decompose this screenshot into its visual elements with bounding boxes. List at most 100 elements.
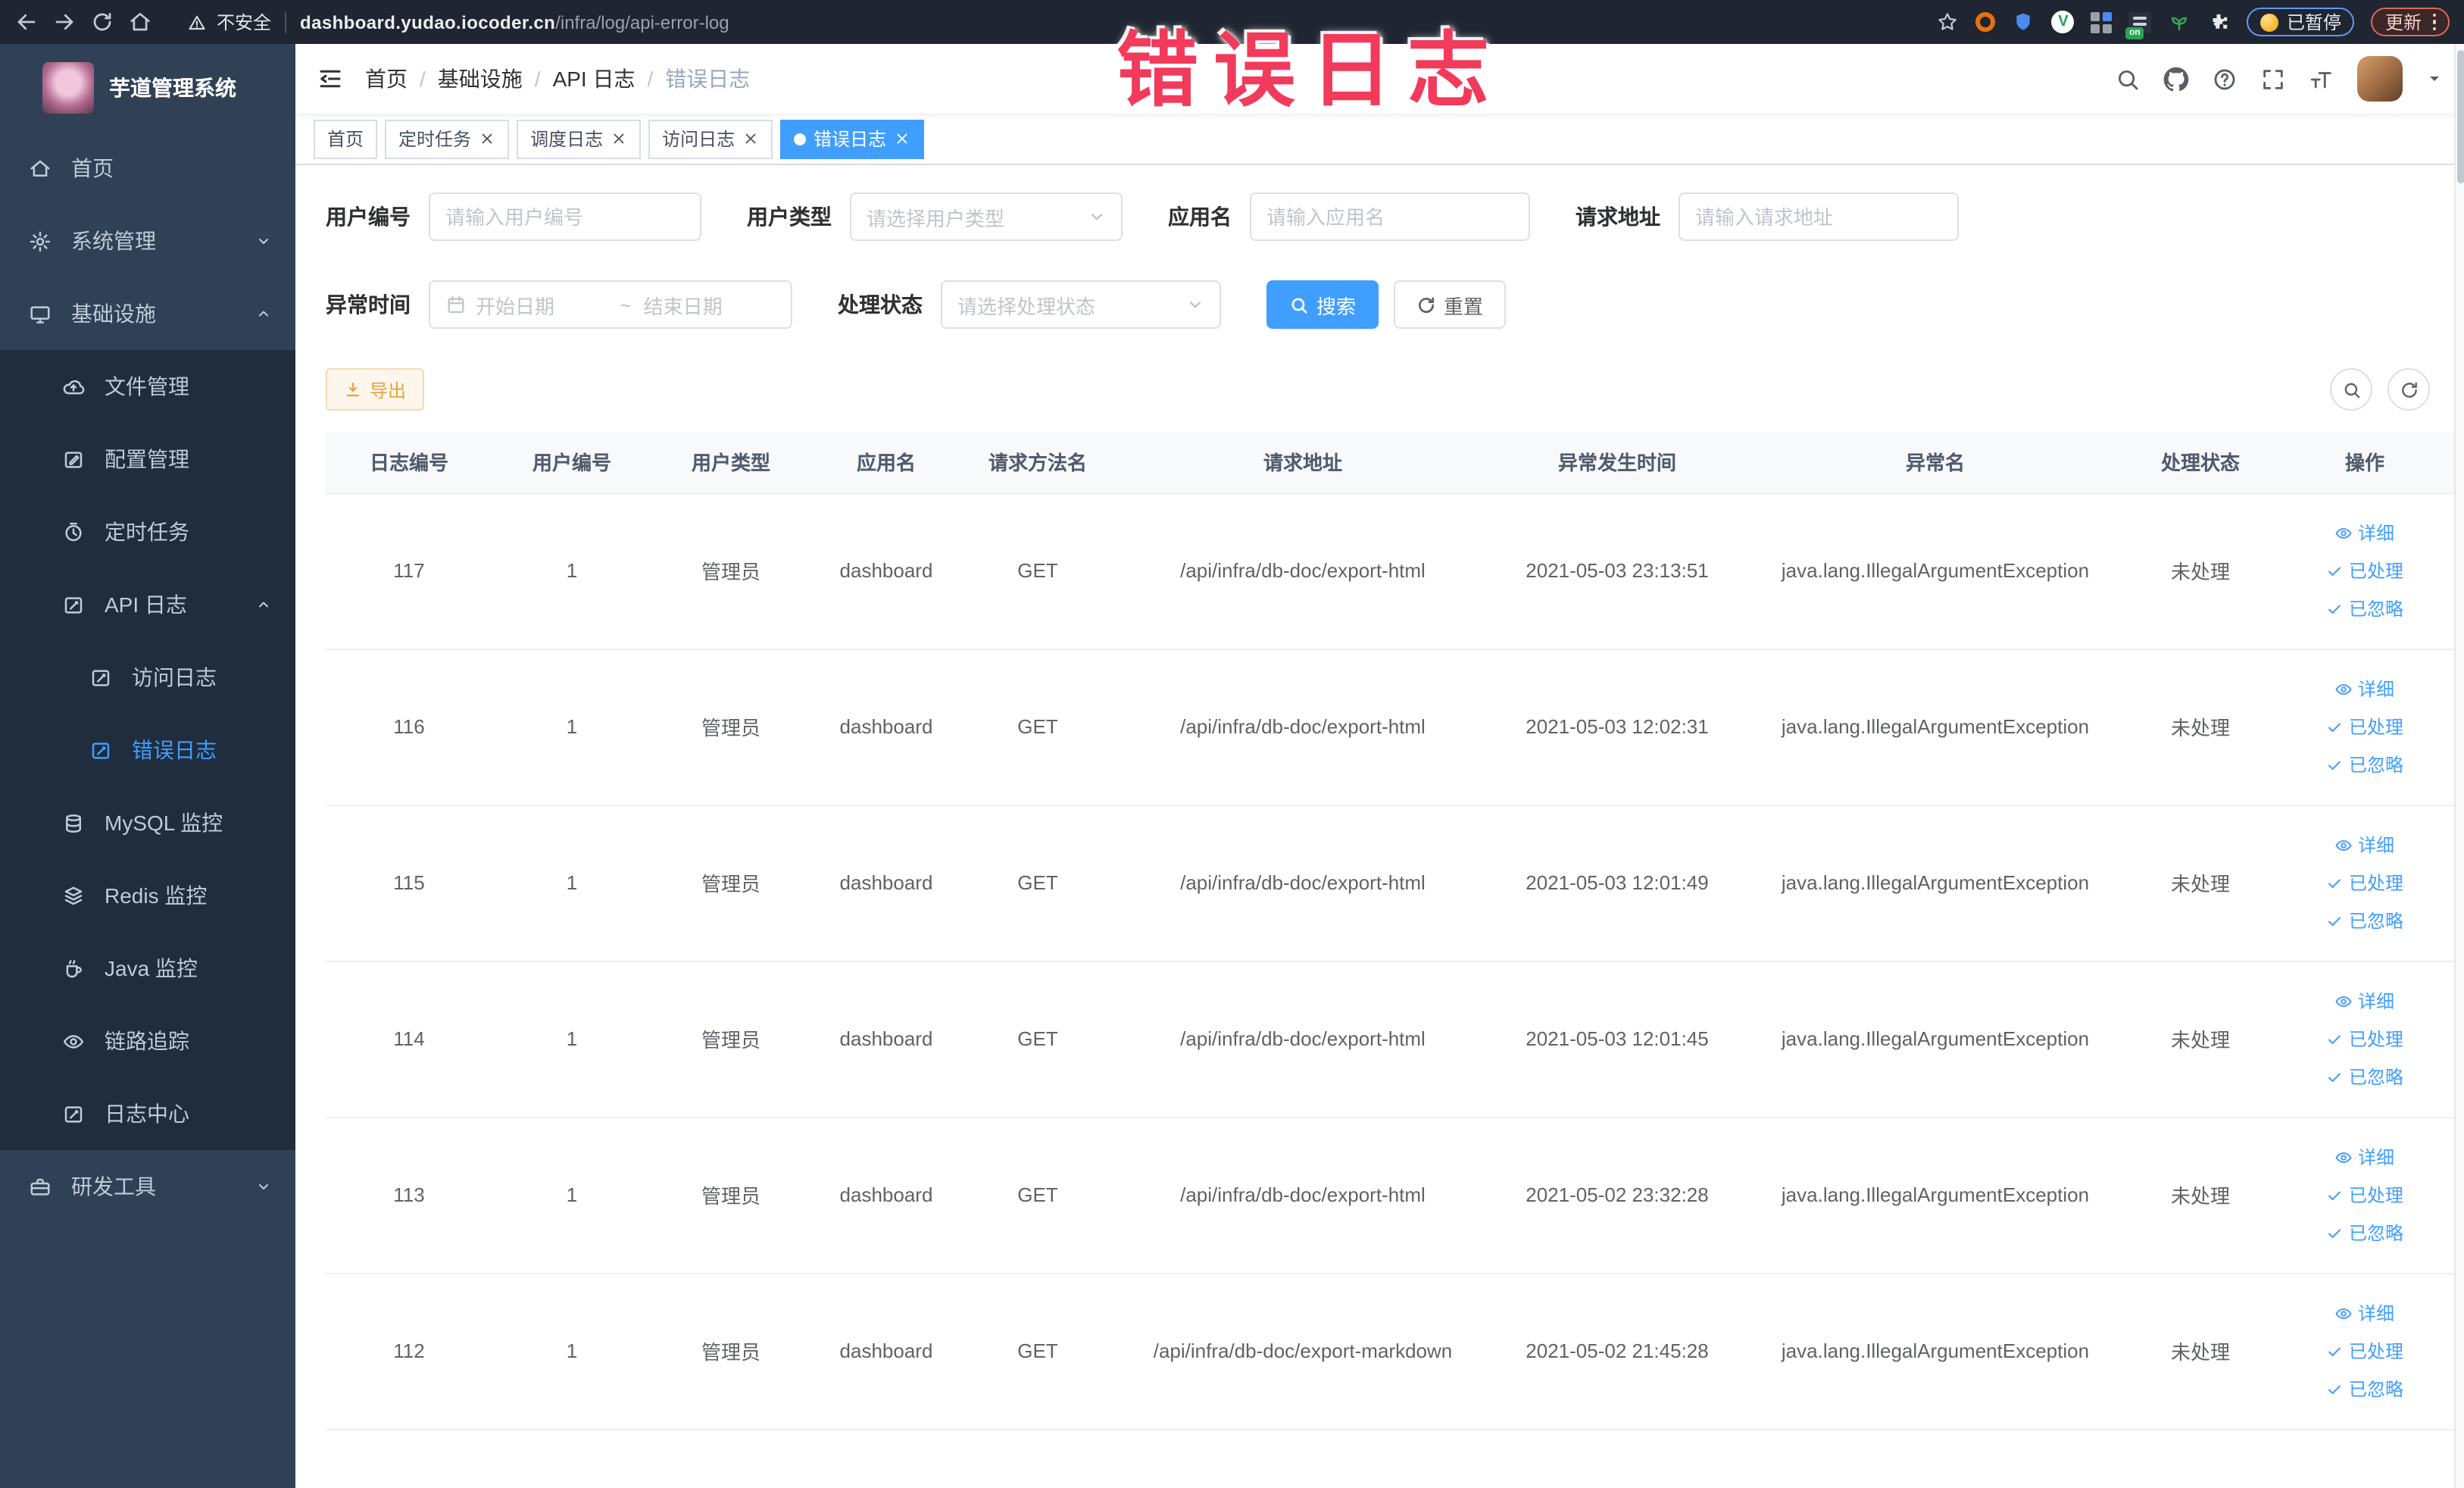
page-scrollbar[interactable] (2454, 44, 2464, 1488)
table-cell: GET (962, 961, 1113, 1118)
browser-home-icon[interactable] (129, 11, 151, 33)
sidebar-item-5[interactable]: 定时任务 (0, 495, 295, 568)
redis-icon (62, 884, 85, 907)
request-url-input[interactable] (1695, 205, 1942, 228)
sidebar-item-0[interactable]: 首页 (0, 132, 295, 205)
processed-action[interactable]: 已处理 (2326, 558, 2403, 583)
tab-3[interactable]: 访问日志 (648, 119, 773, 158)
user-type-label: 用户类型 (747, 205, 832, 229)
github-icon[interactable] (2163, 66, 2189, 92)
detail-action[interactable]: 详细 (2335, 988, 2394, 1014)
eye-icon (2335, 992, 2353, 1010)
scrollbar-thumb[interactable] (2457, 50, 2464, 183)
processed-action[interactable]: 已处理 (2326, 714, 2403, 739)
extensions-puzzle-icon[interactable] (2208, 11, 2231, 33)
check-icon (2326, 1030, 2344, 1048)
tab-1[interactable]: 定时任务 (385, 119, 510, 158)
ignored-action[interactable]: 已忽略 (2326, 1376, 2403, 1402)
detail-action[interactable]: 详细 (2335, 1300, 2394, 1326)
user-type-select[interactable]: 请选择用户类型 (850, 192, 1123, 241)
fullscreen-icon[interactable] (2260, 66, 2286, 92)
processed-action-label: 已处理 (2348, 561, 2403, 582)
search-button[interactable]: 搜索 (1266, 280, 1379, 329)
access-log-icon (89, 666, 112, 689)
sidebar-item-10[interactable]: Redis 监控 (0, 859, 295, 932)
browser-reload-icon[interactable] (91, 11, 114, 33)
detail-action[interactable]: 详细 (2335, 832, 2394, 858)
table-cell: GET (962, 1117, 1113, 1274)
row-actions: 详细 已处理 已忽略 (2278, 1300, 2451, 1402)
breadcrumb-item-2[interactable]: API 日志 (553, 64, 636, 94)
ignored-action[interactable]: 已忽略 (2326, 1064, 2403, 1089)
sidebar-item-9[interactable]: MySQL 监控 (0, 786, 295, 859)
extension-ring-icon[interactable] (1975, 12, 1996, 32)
search-icon[interactable] (2115, 66, 2141, 92)
table-cell: dashboard (810, 1273, 962, 1430)
sidebar-item-14[interactable]: 研发工具 (0, 1150, 295, 1223)
sidebar-item-label: 系统管理 (71, 229, 156, 253)
extension-on-icon[interactable]: on (2125, 11, 2152, 39)
user-id-input[interactable] (445, 205, 685, 228)
refresh-button[interactable] (2387, 368, 2430, 411)
security-label[interactable]: 不安全 (217, 9, 271, 35)
tab-2[interactable]: 调度日志 (517, 119, 642, 158)
top-navbar: 首页 / 基础设施 / API 日志 / 错误日志 (295, 44, 2464, 114)
ignored-action[interactable]: 已忽略 (2326, 908, 2403, 933)
detail-action[interactable]: 详细 (2335, 1144, 2394, 1170)
sidebar-item-2[interactable]: 基础设施 (0, 277, 295, 350)
detail-action[interactable]: 详细 (2335, 520, 2394, 545)
app-name-input[interactable] (1266, 205, 1513, 228)
browser-menu-dots-icon[interactable] (2432, 13, 2436, 31)
sidebar-item-7[interactable]: 访问日志 (0, 641, 295, 714)
detail-action-label: 详细 (2357, 991, 2394, 1012)
tab-4[interactable]: 错误日志 (780, 119, 925, 158)
date-range-picker[interactable]: 开始日期 ~ 结束日期 (429, 280, 792, 329)
browser-forward-icon[interactable] (53, 11, 76, 33)
tab-0[interactable]: 首页 (314, 119, 378, 158)
user-avatar[interactable] (2357, 56, 2403, 102)
sidebar-item-3[interactable]: 文件管理 (0, 350, 295, 423)
help-icon[interactable] (2212, 66, 2238, 92)
extension-v-icon[interactable]: V (2051, 11, 2075, 33)
processed-action[interactable]: 已处理 (2326, 1338, 2403, 1364)
sidebar-item-8[interactable]: 错误日志 (0, 714, 295, 786)
browser-back-icon[interactable] (15, 11, 38, 33)
sidebar-item-13[interactable]: 日志中心 (0, 1077, 295, 1150)
sidebar-fold-icon[interactable] (317, 65, 344, 92)
sidebar-item-4[interactable]: 配置管理 (0, 423, 295, 495)
sidebar-item-11[interactable]: Java 监控 (0, 932, 295, 1005)
processed-action[interactable]: 已处理 (2326, 1026, 2403, 1052)
reset-button[interactable]: 重置 (1394, 280, 1507, 329)
caret-down-icon[interactable] (2425, 70, 2444, 88)
sidebar-item-6[interactable]: API 日志 (0, 568, 295, 641)
breadcrumb-item-3: 错误日志 (665, 67, 751, 91)
bookmark-star-icon[interactable] (1937, 11, 1960, 33)
address-bar[interactable]: 不安全 dashboard.yudao.iocoder.cn/infra/log… (167, 9, 1922, 35)
search-toggle-button[interactable] (2330, 368, 2372, 411)
table-cell: 管理员 (651, 1273, 810, 1430)
font-size-icon[interactable] (2309, 66, 2334, 92)
processed-action[interactable]: 已处理 (2326, 1182, 2403, 1208)
table-cell: 117 (326, 492, 492, 649)
sidebar-item-12[interactable]: 链路追踪 (0, 1005, 295, 1077)
status-select[interactable]: 请选择处理状态 (941, 280, 1221, 329)
breadcrumb-item-0[interactable]: 首页 (365, 64, 408, 94)
breadcrumb-item-1[interactable]: 基础设施 (438, 64, 523, 94)
extension-sprout-icon[interactable] (2169, 11, 2191, 33)
ignored-action[interactable]: 已忽略 (2326, 1220, 2403, 1246)
extension-shield-icon[interactable] (2013, 11, 2035, 33)
extension-grid-icon[interactable] (2091, 11, 2113, 33)
url-text[interactable]: dashboard.yudao.iocoder.cn/infra/log/api… (300, 11, 729, 33)
sidebar-logo[interactable]: 芋道管理系统 (0, 44, 295, 132)
ignored-action[interactable]: 已忽略 (2326, 752, 2403, 777)
browser-update-badge[interactable]: 更新 (2371, 8, 2450, 36)
profile-paused-badge[interactable]: 已暂停 (2247, 8, 2355, 36)
export-button[interactable]: 导出 (326, 368, 425, 411)
detail-action[interactable]: 详细 (2335, 676, 2394, 702)
sidebar-item-1[interactable]: 系统管理 (0, 205, 295, 277)
ignored-action[interactable]: 已忽略 (2326, 596, 2403, 621)
processed-action[interactable]: 已处理 (2326, 870, 2403, 896)
table-cell: dashboard (810, 649, 962, 805)
table-cell: 未处理 (2128, 649, 2272, 805)
check-icon (2326, 755, 2344, 774)
